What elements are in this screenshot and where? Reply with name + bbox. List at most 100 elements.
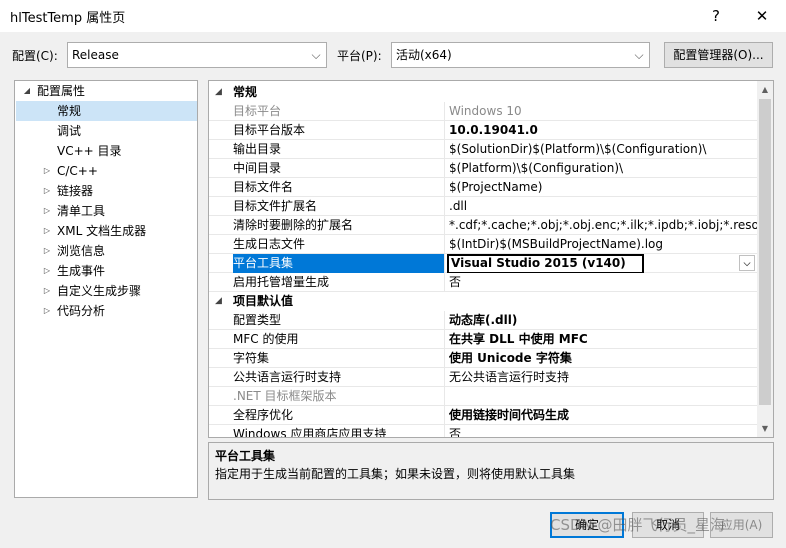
property-name: 启用托管增量生成 <box>233 273 445 292</box>
expand-triangle-icon[interactable]: ▷ <box>41 241 53 261</box>
property-value[interactable]: 动态库(.dll) <box>446 311 758 330</box>
property-value[interactable]: $(SolutionDir)$(Platform)\$(Configuratio… <box>446 140 758 159</box>
description-pane: 平台工具集 指定用于生成当前配置的工具集；如果未设置，则将使用默认工具集 <box>208 442 774 500</box>
property-row[interactable]: 生成日志文件 $(IntDir)$(MSBuildProjectName).log <box>209 235 758 254</box>
property-value[interactable]: $(ProjectName) <box>446 178 758 197</box>
tree-item[interactable]: 代码分析 <box>57 301 105 321</box>
property-row[interactable]: .NET 目标框架版本 <box>209 387 758 406</box>
property-value[interactable]: 否 <box>446 425 758 437</box>
tree-item[interactable]: XML 文档生成器 <box>57 221 146 241</box>
property-row[interactable]: MFC 的使用 在共享 DLL 中使用 MFC <box>209 330 758 349</box>
tree-item[interactable]: 自定义生成步骤 <box>57 281 141 301</box>
watermark: CSDN @田胖飞行员_星海 <box>550 516 726 534</box>
window-title: hlTestTemp 属性页 <box>10 11 126 26</box>
property-value[interactable]: 使用 Unicode 字符集 <box>446 349 758 368</box>
property-name: 中间目录 <box>233 159 445 178</box>
config-select[interactable]: Release ⌵ <box>67 42 327 68</box>
tree-item[interactable]: 链接器 <box>57 181 93 201</box>
platform-select[interactable]: 活动(x64) ⌵ <box>391 42 650 68</box>
property-row[interactable]: 目标平台版本 10.0.19041.0 <box>209 121 758 140</box>
property-value[interactable]: 使用链接时间代码生成 <box>446 406 758 425</box>
property-value[interactable] <box>446 387 758 406</box>
property-row[interactable]: 目标平台 Windows 10 <box>209 102 758 121</box>
close-icon[interactable]: ✕ <box>748 3 776 29</box>
property-value[interactable]: $(IntDir)$(MSBuildProjectName).log <box>446 235 758 254</box>
property-row[interactable]: 启用托管增量生成否 <box>209 273 758 292</box>
property-name: 目标平台 <box>233 102 445 121</box>
expand-triangle-icon[interactable]: ▷ <box>41 181 53 201</box>
property-name: 清除时要删除的扩展名 <box>233 216 445 235</box>
property-name: Windows 应用商店应用支持 <box>233 425 445 437</box>
description-title: 平台工具集 <box>215 449 276 463</box>
property-row[interactable]: 公共语言运行时支持 无公共语言运行时支持 <box>209 368 758 387</box>
tree-selection-highlight <box>16 101 197 121</box>
property-value[interactable]: $(Platform)\$(Configuration)\ <box>446 159 758 178</box>
property-name: 生成日志文件 <box>233 235 445 254</box>
config-value: Release <box>72 48 119 62</box>
tree-item[interactable]: 浏览信息 <box>57 241 105 261</box>
property-row[interactable]: 全程序优化 使用链接时间代码生成 <box>209 406 758 425</box>
dropdown-button-icon[interactable]: ⌵ <box>739 255 755 271</box>
chevron-down-icon: ⌵ <box>634 48 644 62</box>
property-value-text: Visual Studio 2015 (v140) <box>451 256 626 270</box>
expand-triangle-icon[interactable]: ▷ <box>41 161 53 181</box>
expand-triangle-icon[interactable]: ▷ <box>41 301 53 321</box>
collapse-triangle-icon[interactable]: ◢ <box>215 83 222 102</box>
property-grid: ◢ 常规目标平台 Windows 10 目标平台版本 10.0.19041.0 输出目录 $… <box>208 80 774 438</box>
scroll-down-icon[interactable]: ▼ <box>757 421 773 437</box>
property-row[interactable]: 平台工具集 Visual Studio 2015 (v140) ⌵ <box>209 254 758 273</box>
tree-item[interactable]: VC++ 目录 <box>57 141 122 161</box>
grid-category[interactable]: ◢ 项目默认值 <box>209 292 758 311</box>
tree-item[interactable]: 清单工具 <box>57 201 105 221</box>
property-row[interactable]: Windows 应用商店应用支持否 <box>209 425 758 437</box>
tree-item[interactable]: 调试 <box>57 121 81 141</box>
help-icon[interactable]: ? <box>702 3 730 29</box>
grid-category[interactable]: ◢ 常规 <box>209 83 758 102</box>
expand-triangle-icon[interactable]: ▷ <box>41 201 53 221</box>
property-value[interactable]: *.cdf;*.cache;*.obj;*.obj.enc;*.ilk;*.ip… <box>446 216 758 235</box>
platform-label: 平台(P): <box>337 49 382 63</box>
expand-triangle-icon[interactable]: ▷ <box>41 221 53 241</box>
property-name: 公共语言运行时支持 <box>233 368 445 387</box>
property-value[interactable]: Windows 10 <box>446 102 758 121</box>
property-name: 平台工具集 <box>233 254 445 273</box>
property-value[interactable]: 否 <box>446 273 758 292</box>
collapse-triangle-icon[interactable]: ◢ <box>215 292 222 311</box>
tree-item[interactable]: 生成事件 <box>57 261 105 281</box>
property-value[interactable]: 10.0.19041.0 <box>446 121 758 140</box>
property-row[interactable]: 目标文件名 $(ProjectName) <box>209 178 758 197</box>
tree-root-config-properties[interactable]: 配置属性 <box>37 81 85 101</box>
property-value[interactable]: Visual Studio 2015 (v140) ⌵ <box>446 254 758 273</box>
title-bar: hlTestTemp 属性页 ? ✕ <box>0 0 786 32</box>
tree-item[interactable]: 常规 <box>57 101 81 121</box>
scroll-thumb[interactable] <box>759 99 771 405</box>
property-row[interactable]: 中间目录 $(Platform)\$(Configuration)\ <box>209 159 758 178</box>
collapse-triangle-icon[interactable]: ◢ <box>21 81 33 101</box>
scroll-up-icon[interactable]: ▲ <box>757 82 773 98</box>
config-manager-button[interactable]: 配置管理器(O)... <box>664 42 773 68</box>
property-name: 配置类型 <box>233 311 445 330</box>
platform-value: 活动(x64) <box>396 48 452 62</box>
property-row[interactable]: 字符集 使用 Unicode 字符集 <box>209 349 758 368</box>
category-tree: ◢ 配置属性 常规 调试 VC++ 目录 ▷ C/C++ ▷ 链接器 ▷ 清单工具 ▷ XML 文档… <box>14 80 198 498</box>
property-value[interactable]: 无公共语言运行时支持 <box>446 368 758 387</box>
grid-category-label: 项目默认值 <box>233 294 294 308</box>
property-row[interactable]: 目标文件扩展名 .dll <box>209 197 758 216</box>
grid-category-label: 常规 <box>233 85 258 99</box>
property-row[interactable]: 配置类型 动态库(.dll) <box>209 311 758 330</box>
chevron-down-icon: ⌵ <box>311 48 321 62</box>
property-value[interactable]: 在共享 DLL 中使用 MFC <box>446 330 758 349</box>
expand-triangle-icon[interactable]: ▷ <box>41 281 53 301</box>
property-name: 全程序优化 <box>233 406 445 425</box>
description-text: 指定用于生成当前配置的工具集；如果未设置，则将使用默认工具集 <box>215 467 576 481</box>
property-name: MFC 的使用 <box>233 330 445 349</box>
property-name: 字符集 <box>233 349 445 368</box>
vertical-scrollbar[interactable]: ▲ ▼ <box>757 81 773 437</box>
property-row[interactable]: 清除时要删除的扩展名 *.cdf;*.cache;*.obj;*.obj.enc;… <box>209 216 758 235</box>
property-name: 目标文件名 <box>233 178 445 197</box>
property-row[interactable]: 输出目录 $(SolutionDir)$(Platform)\$(Configur… <box>209 140 758 159</box>
expand-triangle-icon[interactable]: ▷ <box>41 261 53 281</box>
config-label: 配置(C): <box>12 49 58 63</box>
tree-item[interactable]: C/C++ <box>57 161 98 181</box>
property-value[interactable]: .dll <box>446 197 758 216</box>
